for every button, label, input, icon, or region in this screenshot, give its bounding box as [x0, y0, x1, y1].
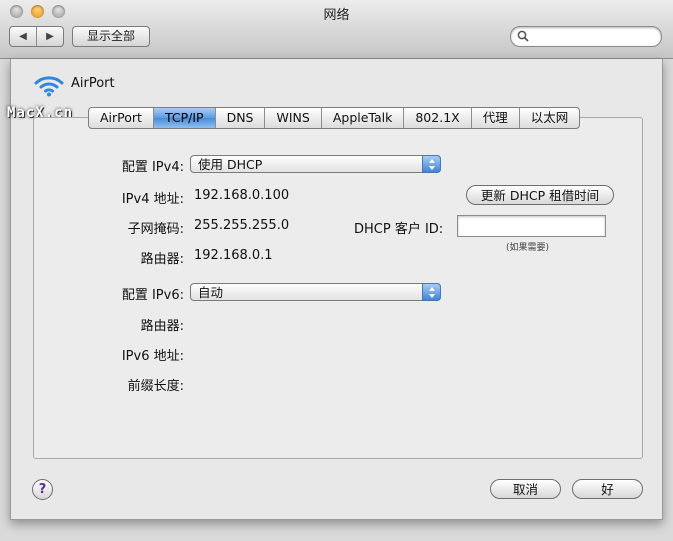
- ipv6-config-popup[interactable]: 自动: [190, 283, 441, 301]
- tab-wins[interactable]: WINS: [265, 108, 322, 128]
- chevron-right-icon[interactable]: ▶: [37, 27, 63, 46]
- popup-arrows-icon: [422, 283, 441, 301]
- airport-options-sheet: AirPort MacX.cn 配置 IPv4: 使用 DHCP IPv4 地址…: [7, 59, 663, 520]
- ipv4-address-value: 192.168.0.100: [194, 188, 290, 203]
- tab-ethernet[interactable]: 以太网: [520, 108, 580, 128]
- ipv6-config-value: 自动: [198, 285, 224, 300]
- ipv4-config-label: 配置 IPv4:: [121, 160, 184, 175]
- search-field[interactable]: [510, 26, 662, 47]
- ipv4-config-value: 使用 DHCP: [198, 157, 263, 172]
- ok-button[interactable]: 好: [572, 479, 643, 499]
- back-forward-control: ◀ ▶: [9, 26, 64, 47]
- tcpip-panel: 配置 IPv4: 使用 DHCP IPv4 地址: 192.168.0.100 …: [33, 117, 643, 459]
- ipv4-address-label: IPv4 地址:: [121, 192, 184, 207]
- tab-proxies[interactable]: 代理: [472, 108, 520, 128]
- search-icon: [517, 30, 529, 42]
- window-titlebar: 网络 ◀ ▶ 显示全部: [0, 0, 673, 59]
- popup-arrows-icon: [422, 155, 441, 173]
- interface-name: AirPort: [71, 76, 115, 91]
- window-title: 网络: [323, 8, 350, 23]
- ipv6-address-label: IPv6 地址:: [121, 349, 184, 364]
- tab-appletalk[interactable]: AppleTalk: [322, 108, 405, 128]
- chevron-left-icon[interactable]: ◀: [10, 27, 37, 46]
- ipv4-config-popup[interactable]: 使用 DHCP: [190, 155, 441, 173]
- tab-8021x[interactable]: 802.1X: [404, 108, 472, 128]
- wifi-icon: [34, 76, 64, 97]
- dhcp-client-id-label: DHCP 客户 ID:: [354, 222, 444, 237]
- show-all-button[interactable]: 显示全部: [72, 26, 150, 47]
- tab-bar: AirPort TCP/IP DNS WINS AppleTalk 802.1X…: [88, 107, 581, 129]
- tab-dns[interactable]: DNS: [216, 108, 266, 128]
- renew-dhcp-lease-button[interactable]: 更新 DHCP 租借时间: [466, 185, 614, 205]
- prefix-length-label: 前缀长度:: [127, 379, 184, 394]
- cancel-button[interactable]: 取消: [490, 479, 561, 499]
- router-label: 路由器:: [140, 252, 184, 267]
- help-button[interactable]: ?: [32, 479, 53, 500]
- tab-airport[interactable]: AirPort: [89, 108, 154, 128]
- dhcp-client-id-hint: (如果需要): [506, 243, 550, 253]
- subnet-mask-label: 子网掩码:: [127, 222, 184, 237]
- dhcp-client-id-field[interactable]: [457, 215, 606, 237]
- ipv6-router-label: 路由器:: [140, 319, 184, 334]
- ipv6-config-label: 配置 IPv6:: [121, 288, 184, 303]
- router-value: 192.168.0.1: [194, 248, 273, 263]
- subnet-mask-value: 255.255.255.0: [194, 218, 290, 233]
- tab-tcpip[interactable]: TCP/IP: [153, 108, 216, 128]
